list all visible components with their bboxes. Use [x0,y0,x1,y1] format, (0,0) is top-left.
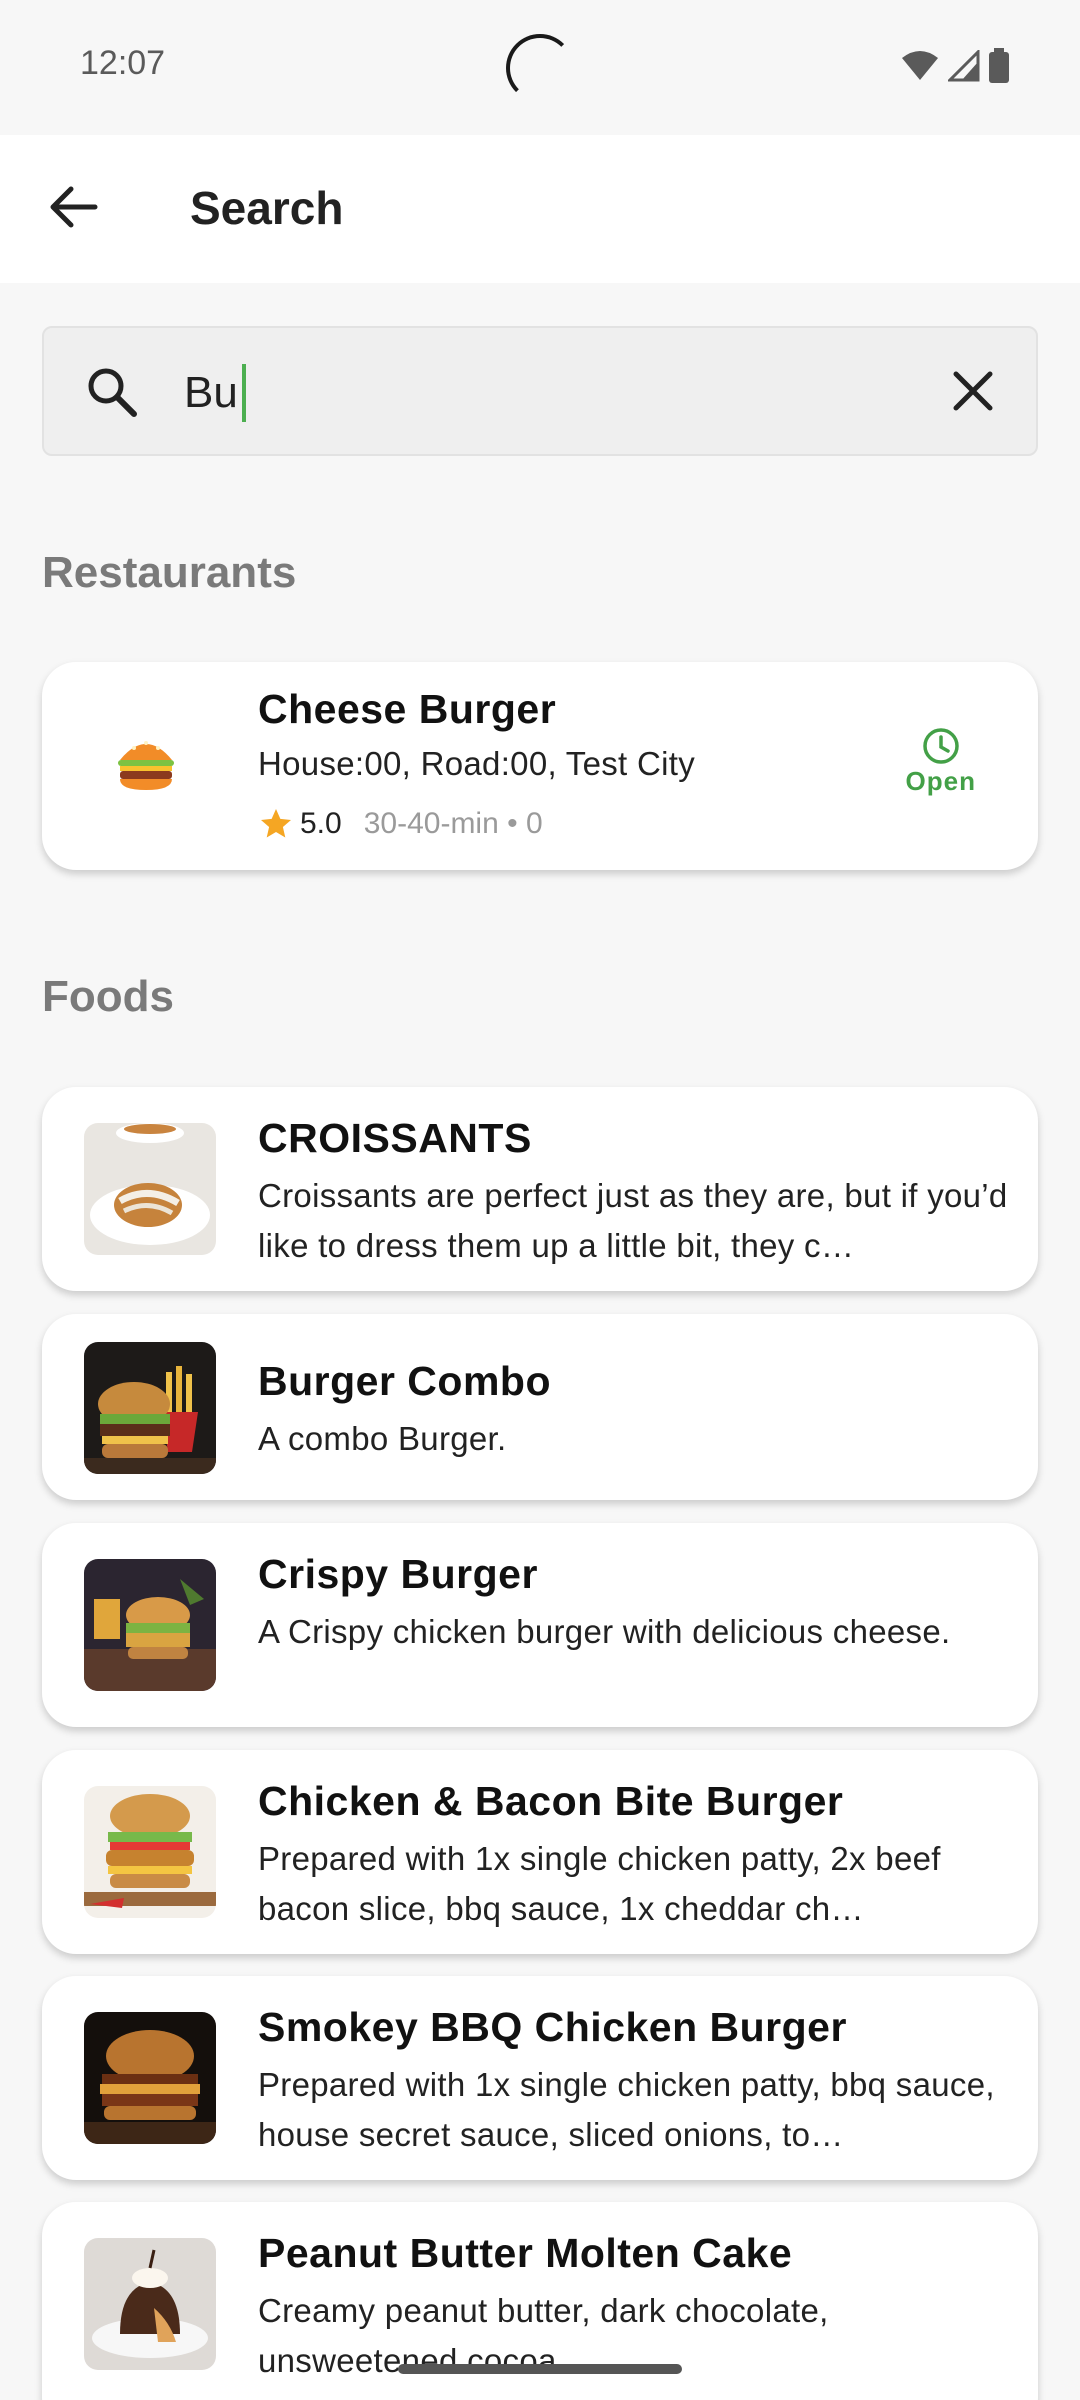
molten-cake-image [84,2238,216,2370]
food-name: Burger Combo [258,1358,551,1404]
food-name: Crispy Burger [258,1551,538,1597]
star-icon [261,809,291,838]
page-title: Search [190,182,344,234]
food-image [84,1123,216,1255]
food-name: Chicken & Bacon Bite Burger [258,1778,844,1824]
croissant-image [84,1123,216,1255]
search-input[interactable]: Bu [42,326,1038,456]
arrow-left-icon [50,186,98,228]
open-status-text: Open [905,766,976,796]
app-bar: Search [0,135,1080,283]
food-image [84,1342,216,1474]
food-card[interactable]: Crispy Burger A Crispy chicken burger wi… [42,1523,1038,1727]
restaurants-heading: Restaurants [42,548,297,597]
home-indicator[interactable] [398,2364,682,2374]
food-image [84,2012,216,2144]
food-card[interactable]: Smokey BBQ Chicken Burger Prepared with … [42,1976,1038,2180]
restaurant-address: House:00, Road:00, Test City [258,745,696,782]
food-name: Smokey BBQ Chicken Burger [258,2004,847,2050]
food-description: Prepared with 1x single chicken patty, 2… [258,1840,941,1927]
burger-icon [118,741,174,790]
rating-value: 5.0 [300,807,342,840]
search-icon [88,368,137,417]
crispy-burger-image [84,1559,216,1691]
chicken-bacon-burger-image [84,1786,216,1918]
camera-cutout [506,34,574,102]
status-time: 12:07 [80,44,166,82]
close-icon[interactable] [950,368,996,414]
restaurant-name: Cheese Burger [258,686,557,732]
foods-heading: Foods [42,972,174,1021]
battery-icon [989,48,1009,83]
food-description: A Crispy chicken burger with delicious c… [258,1613,951,1650]
restaurant-card[interactable]: Cheese Burger House:00, Road:00, Test Ci… [42,662,1038,870]
search-text: Bu [184,368,238,417]
text-caret [241,364,246,422]
food-name: Peanut Butter Molten Cake [258,2230,793,2276]
bbq-burger-image [84,2012,216,2144]
food-card[interactable]: CROISSANTS Croissants are perfect just a… [42,1087,1038,1291]
delivery-meta: 30-40-min • 0 [363,807,543,840]
food-card[interactable]: Burger Combo A combo Burger. [42,1314,1038,1500]
wifi-icon [902,51,938,80]
restaurant-rating-row: 5.0 30-40-min • 0 [258,806,543,842]
food-card[interactable]: Chicken & Bacon Bite Burger Prepared wit… [42,1750,1038,1954]
open-status-badge: Open [906,726,976,797]
food-image [84,1786,216,1918]
search-value: Bu [184,364,246,422]
food-description: A combo Burger. [258,1420,507,1457]
clock-icon [923,728,959,764]
food-image [84,1559,216,1691]
food-description: Prepared with 1x single chicken patty, b… [258,2066,995,2153]
back-button[interactable] [36,169,112,245]
signal-icon [948,50,980,82]
food-name: CROISSANTS [258,1115,532,1161]
burger-combo-image [84,1342,216,1474]
status-bar: 12:07 [0,0,1080,135]
food-description: Croissants are perfect just as they are,… [258,1177,1008,1264]
status-icons [900,48,1010,84]
food-image [84,2238,216,2370]
